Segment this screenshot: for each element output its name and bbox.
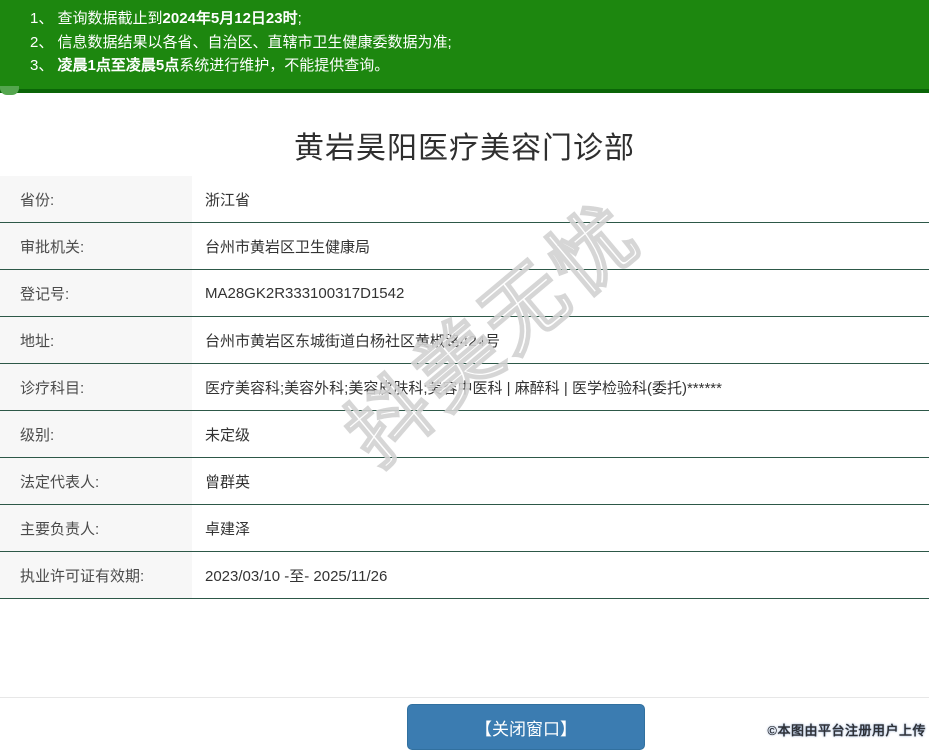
institution-info-table: 省份: 浙江省 审批机关: 台州市黄岩区卫生健康局 登记号: MA28GK2R3… bbox=[0, 176, 929, 599]
notice-line-2: 2、 信息数据结果以各省、自治区、直辖市卫生健康委数据为准; bbox=[0, 31, 929, 55]
notice-bold-date: 2024年5月12日23时 bbox=[163, 10, 298, 27]
banner-corner-decoration bbox=[0, 86, 19, 95]
page-title: 黄岩昊阳医疗美容门诊部 bbox=[0, 123, 929, 167]
close-window-button[interactable]: 【关闭窗口】 bbox=[407, 704, 645, 750]
table-row-legal-representative: 法定代表人: 曾群英 bbox=[0, 458, 929, 505]
row-value: 台州市黄岩区卫生健康局 bbox=[192, 223, 370, 269]
notice-number: 2、 bbox=[30, 34, 58, 51]
row-value: 未定级 bbox=[192, 411, 250, 457]
notice-text: 系统进行维护，不能提供查询。 bbox=[179, 57, 389, 74]
table-row-principal: 主要负责人: 卓建泽 bbox=[0, 505, 929, 552]
table-row-address: 地址: 台州市黄岩区东城街道白杨社区黄椒路424号 bbox=[0, 317, 929, 364]
notice-line-1: 1、 查询数据截止到2024年5月12日23时; bbox=[0, 7, 929, 31]
table-row-medical-subjects: 诊疗科目: 医疗美容科;美容外科;美容皮肤科;美容中医科 | 麻醉科 | 医学检… bbox=[0, 364, 929, 411]
row-label: 执业许可证有效期: bbox=[0, 552, 192, 598]
row-label: 省份: bbox=[0, 176, 192, 222]
row-label: 登记号: bbox=[0, 270, 192, 316]
footer-divider bbox=[0, 697, 929, 698]
notice-number: 3、 bbox=[30, 57, 58, 74]
row-label: 审批机关: bbox=[0, 223, 192, 269]
table-row-approval-authority: 审批机关: 台州市黄岩区卫生健康局 bbox=[0, 223, 929, 270]
row-label: 地址: bbox=[0, 317, 192, 363]
notice-text: 查询数据截止到 bbox=[58, 10, 163, 27]
row-value: 2023/03/10 -至- 2025/11/26 bbox=[192, 552, 387, 598]
row-label: 主要负责人: bbox=[0, 505, 192, 551]
row-label: 法定代表人: bbox=[0, 458, 192, 504]
table-row-level: 级别: 未定级 bbox=[0, 411, 929, 458]
notice-number: 1、 bbox=[30, 10, 58, 27]
notice-bold-maintenance: 凌晨1点至凌晨5点 bbox=[58, 57, 180, 74]
table-row-registration-number: 登记号: MA28GK2R333100317D1542 bbox=[0, 270, 929, 317]
upload-attribution-watermark: ©本图由平台注册用户上传 bbox=[767, 720, 926, 739]
row-label: 诊疗科目: bbox=[0, 364, 192, 410]
row-value: 卓建泽 bbox=[192, 505, 250, 551]
row-value: 医疗美容科;美容外科;美容皮肤科;美容中医科 | 麻醉科 | 医学检验科(委托)… bbox=[192, 364, 722, 410]
row-value: 台州市黄岩区东城街道白杨社区黄椒路424号 bbox=[192, 317, 500, 363]
notice-text: 信息数据结果以各省、自治区、直辖市卫生健康委数据为准; bbox=[58, 34, 452, 51]
row-value: 浙江省 bbox=[192, 176, 250, 222]
row-value: 曾群英 bbox=[192, 458, 250, 504]
notice-banner: 1、 查询数据截止到2024年5月12日23时; 2、 信息数据结果以各省、自治… bbox=[0, 0, 929, 93]
notice-punct: ; bbox=[298, 10, 302, 27]
table-row-province: 省份: 浙江省 bbox=[0, 176, 929, 223]
table-row-license-validity: 执业许可证有效期: 2023/03/10 -至- 2025/11/26 bbox=[0, 552, 929, 599]
notice-line-3: 3、 凌晨1点至凌晨5点系统进行维护，不能提供查询。 bbox=[0, 54, 929, 78]
row-label: 级别: bbox=[0, 411, 192, 457]
row-value: MA28GK2R333100317D1542 bbox=[192, 270, 404, 316]
